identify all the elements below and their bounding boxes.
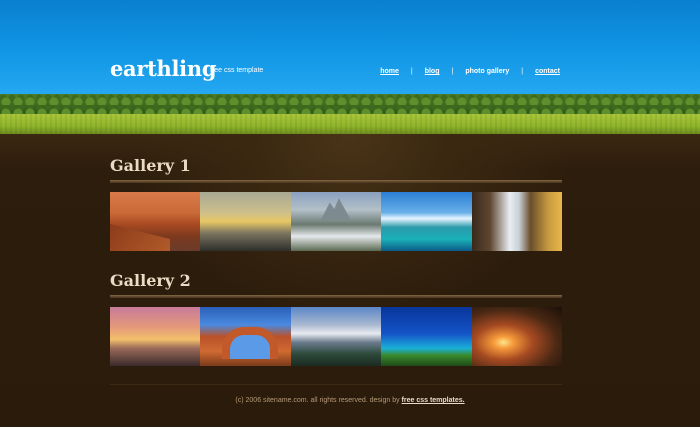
main-nav: home | blog | photo gallery | contact	[380, 68, 560, 75]
gallery-2-title: Gallery 2	[110, 271, 191, 290]
gallery-2-thumb-rock-arch[interactable]	[200, 307, 291, 366]
gallery-1-title: Gallery 1	[110, 156, 191, 175]
nav-separator: |	[410, 68, 413, 75]
sky-header-background	[0, 0, 700, 97]
gallery-2-thumb-desert-sunrise[interactable]	[471, 307, 562, 366]
gallery-2-thumb-beach-sunset[interactable]	[110, 307, 201, 366]
grass-strip	[0, 114, 700, 134]
nav-separator: |	[451, 68, 454, 75]
footer-divider	[110, 384, 562, 385]
nav-link-home[interactable]: home	[380, 68, 399, 75]
gallery-2-row	[110, 307, 562, 366]
footer: (c) 2006 sitename.com. all rights reserv…	[0, 397, 700, 404]
nav-separator: |	[521, 68, 524, 75]
gallery-2-thumb-palm-beach[interactable]	[381, 307, 472, 366]
site-tagline: free css template	[210, 67, 264, 74]
site-logo[interactable]: earthling	[110, 56, 217, 81]
gallery-1-row	[110, 192, 562, 251]
gallery-1-thumb-sunset-clouds[interactable]	[200, 192, 291, 251]
gallery-1-thumb-sea-cliffs[interactable]	[110, 192, 201, 251]
gallery-1-thumb-canyon-waterfall[interactable]	[471, 192, 562, 251]
gallery-1-divider	[110, 180, 562, 183]
footer-copyright: (c) 2006 sitename.com. all rights reserv…	[235, 397, 402, 404]
hedge-strip	[0, 94, 700, 116]
nav-link-photo-gallery[interactable]: photo gallery	[465, 68, 509, 75]
gallery-2-thumb-mountain-valley[interactable]	[290, 307, 382, 366]
footer-credit-link[interactable]: free css templates.	[402, 397, 465, 404]
gallery-1-thumb-mountain-waterfall[interactable]	[290, 192, 382, 251]
nav-link-blog[interactable]: blog	[425, 68, 440, 75]
nav-link-contact[interactable]: contact	[535, 68, 560, 75]
gallery-1-thumb-tropical-lagoon[interactable]	[381, 192, 472, 251]
gallery-2-divider	[110, 295, 562, 298]
